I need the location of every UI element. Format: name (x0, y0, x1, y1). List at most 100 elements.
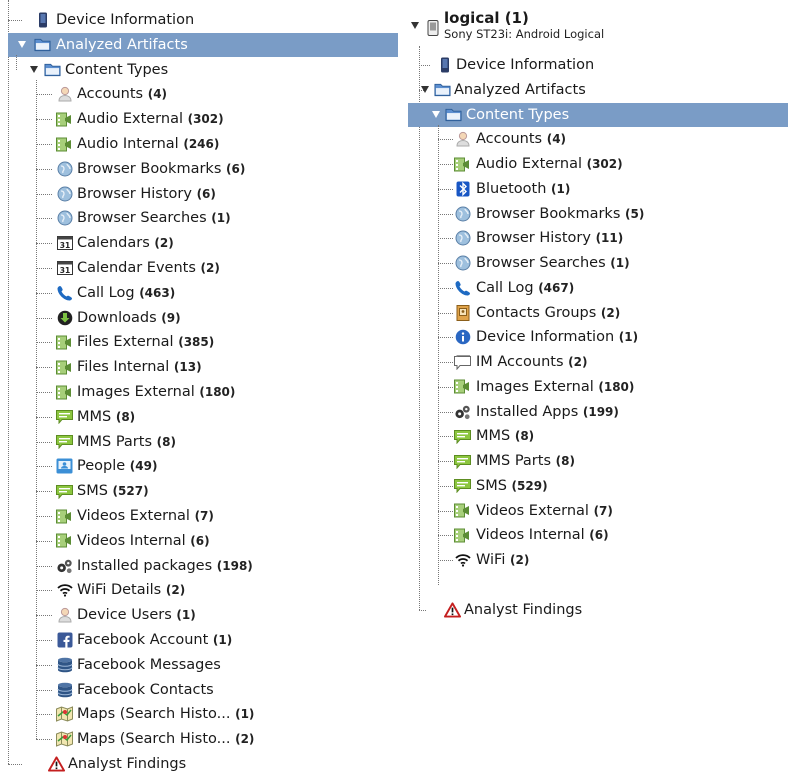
media-icon (454, 527, 471, 543)
tree-item-audio-external[interactable]: Audio External (302) (0, 107, 400, 131)
tree-item-device-logical[interactable]: logical (1) Sony ST23i: Android Logical (408, 8, 788, 46)
tree-item-label: Browser Bookmarks (5) (476, 202, 644, 226)
media-icon (56, 533, 73, 549)
tree-item-text: Device Information (456, 57, 595, 73)
tree-item-count: (7) (593, 503, 613, 518)
tree-item-text: Browser Bookmarks (476, 205, 621, 222)
tree-item-videos-internal[interactable]: Videos Internal (6) (408, 523, 788, 547)
tree-item-label: MMS Parts (8) (476, 449, 575, 473)
tree-item-content-types[interactable]: Content Types (0, 58, 400, 82)
message-icon (56, 483, 73, 499)
tree-item-browser-searches[interactable]: Browser Searches (1) (0, 206, 400, 230)
media-icon (454, 503, 471, 519)
tree-item-text: Content Types (65, 61, 169, 78)
tree-item-count: (8) (514, 429, 535, 444)
tree-item-audio-internal[interactable]: Audio Internal (246) (0, 132, 400, 156)
tree-item-count: (1) (551, 181, 571, 196)
gears-icon (454, 404, 471, 420)
tree-item-text: MMS (476, 428, 511, 445)
tree-item-text: WiFi Details (77, 582, 162, 599)
tree-item-device-information[interactable]: Device Information (1) (408, 325, 788, 349)
tree-item-count: (7) (194, 509, 214, 523)
tree-item-browser-bookmarks[interactable]: Browser Bookmarks (6) (0, 157, 400, 181)
tree-item-text: Facebook Account (77, 632, 209, 648)
tree-item-device-users[interactable]: Device Users (1) (0, 603, 400, 627)
tree-item-maps-search-histo[interactable]: Maps (Search Histo... (1) (0, 702, 400, 726)
tree-item-sms[interactable]: SMS (529) (408, 474, 788, 498)
tree-item-mms-parts[interactable]: MMS Parts (8) (408, 449, 788, 473)
tree-item-call-log[interactable]: Call Log (467) (408, 276, 788, 300)
message-icon (56, 409, 73, 425)
tree-item-text: Audio External (77, 111, 183, 128)
tree-item-installed-apps[interactable]: Installed Apps (199) (408, 400, 788, 424)
tree-item-text: Facebook Contacts (77, 681, 214, 698)
tree-item-browser-searches[interactable]: Browser Searches (1) (408, 251, 788, 275)
tree-item-wifi-details[interactable]: WiFi Details (2) (0, 578, 400, 602)
tree-item-count: (2) (154, 236, 174, 251)
tree-item-facebook-contacts[interactable]: Facebook Contacts (0, 678, 400, 702)
tree-item-videos-external[interactable]: Videos External (7) (0, 504, 400, 528)
tree-item-analyst-findings[interactable]: Analyst Findings (408, 598, 788, 622)
svg-text:31: 31 (59, 241, 69, 250)
tree-item-calendar-events[interactable]: 31 Calendar Events (2) (0, 256, 400, 280)
tree-item-browser-history[interactable]: Browser History (11) (408, 226, 788, 250)
tree-item-maps-search-histo[interactable]: Maps (Search Histo... (2) (0, 727, 400, 751)
tree-item-device-information[interactable]: Device Information (408, 53, 788, 77)
tree-item-sms[interactable]: SMS (527) (0, 479, 400, 503)
expand-toggle-icon[interactable] (30, 65, 38, 73)
tree-item-text: Videos External (476, 502, 589, 519)
tree-item-mms[interactable]: MMS (8) (408, 424, 788, 448)
tree-item-videos-external[interactable]: Videos External (7) (408, 499, 788, 523)
tree-item-facebook-messages[interactable]: Facebook Messages (0, 653, 400, 677)
tree-item-videos-internal[interactable]: Videos Internal (6) (0, 529, 400, 553)
expand-toggle-icon[interactable] (411, 22, 419, 29)
tree-item-call-log[interactable]: Call Log (463) (0, 281, 400, 305)
tree-item-facebook-account[interactable]: Facebook Account (1) (0, 628, 400, 652)
database-icon (56, 682, 73, 698)
tree-item-mms-parts[interactable]: MMS Parts (8) (0, 430, 400, 454)
tree-item-people[interactable]: People (49) (0, 454, 400, 478)
tree-item-browser-bookmarks[interactable]: Browser Bookmarks (5) (408, 202, 788, 226)
tree-item-label: Call Log (463) (77, 281, 175, 305)
tree-item-installed-packages[interactable]: Installed packages (198) (0, 554, 400, 578)
tree-item-device-information[interactable]: Device Information (0, 8, 400, 32)
tree-item-mms[interactable]: MMS (8) (0, 405, 400, 429)
tree-item-text: Accounts (77, 86, 144, 103)
expand-toggle-icon[interactable] (421, 85, 429, 93)
tree-item-contacts-groups[interactable]: Contacts Groups (2) (408, 301, 788, 325)
warning-icon (48, 756, 65, 772)
tree-item-files-internal[interactable]: Files Internal (13) (0, 355, 400, 379)
tree-item-downloads[interactable]: Downloads (9) (0, 306, 400, 330)
tree-item-count: (529) (511, 478, 548, 493)
tree-item-text: Videos Internal (476, 527, 585, 544)
tree-item-count: (4) (147, 87, 168, 102)
warning-icon (444, 601, 461, 618)
tree-item-text: Device Information (56, 12, 195, 28)
tree-item-images-external[interactable]: Images External (180) (408, 375, 788, 399)
tree-item-text: Browser Searches (77, 210, 207, 227)
tree-item-im-accounts[interactable]: IM Accounts (2) (408, 350, 788, 374)
tree-item-content-types[interactable]: Content Types (408, 102, 788, 127)
tree-item-count: (180) (598, 379, 635, 394)
tree-item-analyst-findings[interactable]: Analyst Findings (0, 752, 400, 776)
tree-item-label: Accounts (4) (77, 82, 167, 106)
tree-item-analyzed-artifacts[interactable]: Analyzed Artifacts (8, 32, 398, 57)
tree-item-accounts[interactable]: Accounts (4) (0, 82, 400, 106)
tree-item-audio-external[interactable]: Audio External (302) (408, 152, 788, 176)
tree-item-text: Files External (77, 334, 174, 351)
tree-item-label: Files External (385) (77, 330, 214, 354)
expand-toggle-icon[interactable] (18, 40, 26, 48)
expand-toggle-icon[interactable] (432, 110, 440, 118)
media-icon (56, 136, 73, 152)
tree-item-bluetooth[interactable]: Bluetooth (1) (408, 177, 788, 201)
tree-item-browser-history[interactable]: Browser History (6) (0, 182, 400, 206)
tree-item-files-external[interactable]: Files External (385) (0, 330, 400, 354)
tree-item-accounts[interactable]: Accounts (4) (408, 127, 788, 151)
tree-item-count: (1) (176, 608, 196, 623)
download-icon (56, 310, 73, 326)
tree-item-analyzed-artifacts[interactable]: Analyzed Artifacts (408, 78, 788, 102)
tree-item-wifi[interactable]: WiFi (2) (408, 548, 788, 572)
tree-item-calendars[interactable]: 31 Calendars (2) (0, 231, 400, 255)
tree-item-count: (385) (178, 335, 215, 350)
tree-item-images-external[interactable]: Images External (180) (0, 380, 400, 404)
